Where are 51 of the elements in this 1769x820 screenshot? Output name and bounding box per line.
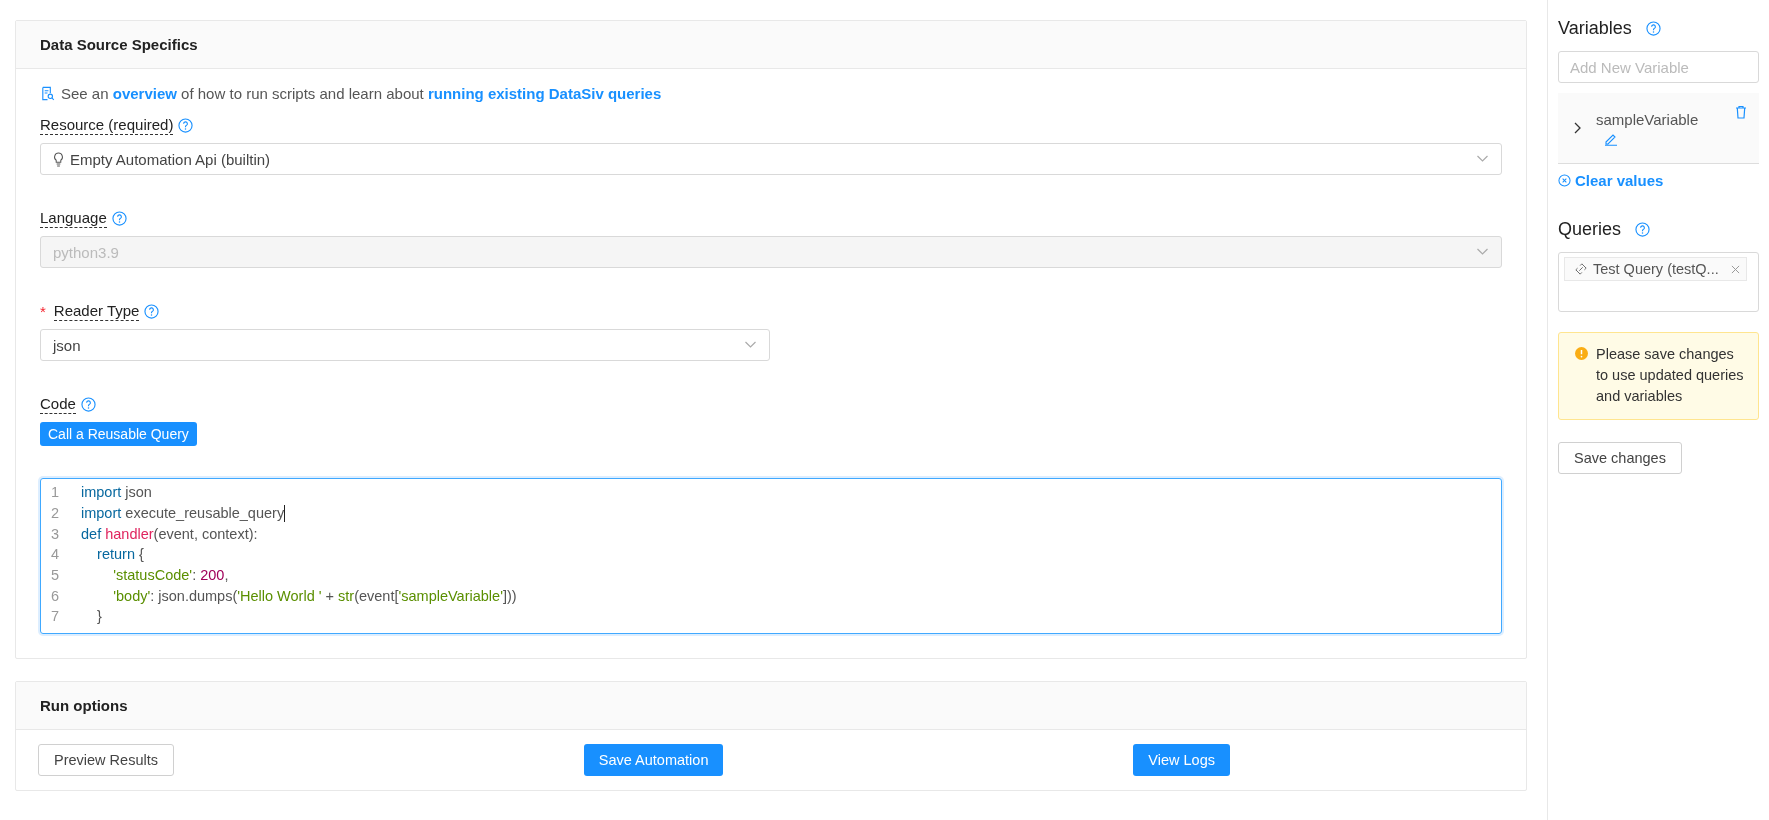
variable-input[interactable]: Add New Variable [1558, 51, 1759, 83]
close-icon[interactable] [1730, 264, 1740, 274]
clear-icon [1558, 174, 1571, 187]
code-line: return { [96, 546, 144, 563]
variable-item[interactable]: sampleVariable [1558, 93, 1759, 164]
select-field[interactable]: Empty Automation Api (builtin) [40, 143, 1502, 175]
code-line: } [96, 608, 102, 625]
section-title: Variables [1558, 18, 1632, 39]
chevron-down-icon [1476, 248, 1489, 256]
field-label: Language [40, 209, 107, 228]
card-title: Run options [40, 696, 128, 714]
help-icon [1645, 21, 1661, 36]
help-icon [80, 397, 96, 412]
default-button[interactable]: Preview Results [38, 743, 174, 776]
line-number: 2 [50, 505, 61, 522]
chevron-down-icon [1476, 155, 1489, 163]
code-line: import json [81, 484, 152, 501]
help-icon [111, 211, 127, 226]
help-icon [178, 118, 194, 133]
chevron-down-icon [744, 341, 757, 349]
help-icon [144, 304, 160, 319]
line-number: 6 [50, 587, 61, 604]
bulb-icon [53, 151, 64, 167]
query-tag[interactable]: Test Query (testQ... [1564, 257, 1747, 281]
section-title: Queries [1558, 219, 1622, 240]
queries-field[interactable]: Test Query (testQ... [1558, 252, 1759, 312]
save-changes-button[interactable]: Save changes [1558, 442, 1682, 474]
document-search-icon [40, 86, 55, 101]
warning-text: Please save changes to use updated queries and variables [1596, 345, 1744, 406]
code-line: 'statusCode': 200, [112, 567, 229, 584]
field-label: Code [40, 395, 76, 414]
line-number: 7 [50, 608, 61, 625]
intro-text: See an overview of how to run scripts and learn about running existing DataSiv queries [61, 85, 662, 102]
code-line: import execute_reusable_query [81, 504, 286, 522]
code-line: def handler(event, context): [81, 525, 258, 542]
field-label: Resource (required) [40, 116, 174, 135]
card-title: Data Source Specifics [40, 36, 198, 53]
required-mark: * [40, 303, 46, 320]
line-number: 3 [50, 525, 61, 542]
variable-name: sampleVariable [1596, 110, 1700, 128]
code-editor[interactable]: 1 import json 2 import execute_reusable_query 3 def handler(event, context): 4 return { 5 'statusCode': 200, 6 'body': json.dumps('Hello World ' + str(event['sampleVariable'])) 7 } [40, 478, 1502, 634]
trash-icon[interactable] [1735, 105, 1747, 119]
link-icon [1575, 263, 1587, 275]
help-icon [1635, 222, 1651, 237]
line-number: 5 [50, 567, 61, 584]
field-label: Reader Type [53, 302, 140, 321]
line-number: 1 [50, 484, 61, 501]
warning-icon [1575, 347, 1588, 360]
line-number: 4 [50, 546, 61, 563]
code-line: 'body': json.dumps('Hello World ' + str(event['sampleVariable'])) [112, 587, 517, 604]
select-field[interactable]: json [40, 329, 770, 361]
